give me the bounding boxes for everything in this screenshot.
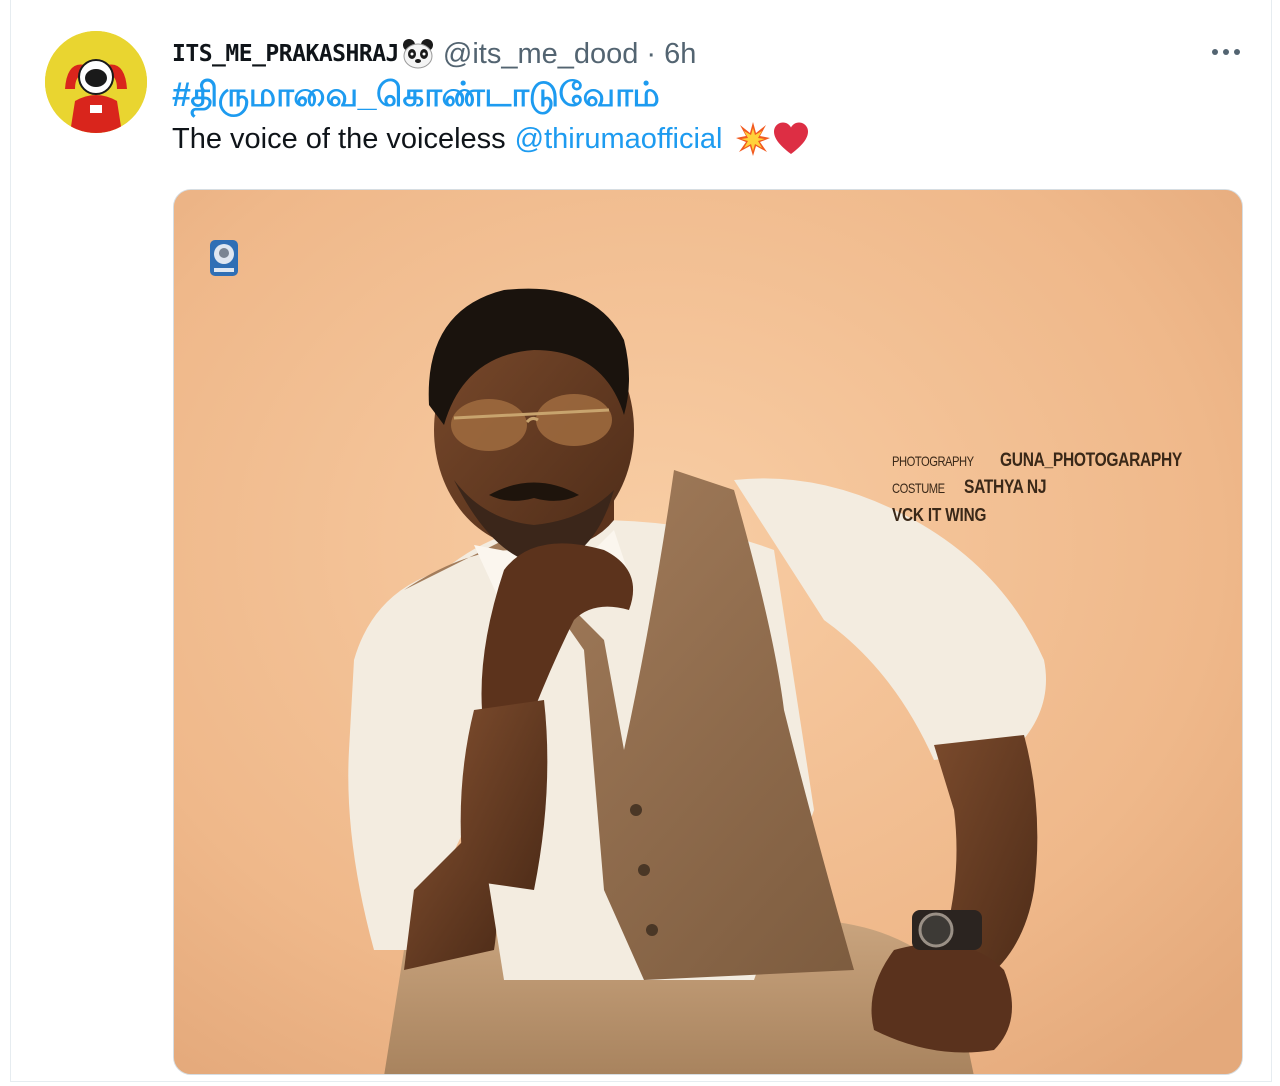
user-handle[interactable]: @its_me_dood xyxy=(443,38,639,71)
credit-photography-value: GUNA_PHOTOGARAPHY xyxy=(1000,450,1183,471)
dot-icon xyxy=(1223,49,1229,55)
portrait-illustration xyxy=(174,190,1242,1074)
timestamp[interactable]: 6h xyxy=(664,38,696,71)
astronaut-avatar-icon xyxy=(45,31,147,133)
collision-icon xyxy=(735,122,770,156)
display-name[interactable]: ITS_ME_PRAKASHRAJ xyxy=(172,41,399,67)
tweet-header: ITS_ME_PRAKASHRAJ @its_me_dood · 6h xyxy=(172,36,696,72)
tweet-body: The voice of the voiceless xyxy=(172,122,506,155)
dot-icon xyxy=(1212,49,1218,55)
credit-photography: PHOTOGRAPHY GUNA_PHOTOGARAPHY xyxy=(892,448,1222,475)
avatar[interactable] xyxy=(45,31,147,133)
credit-costume-label: COSTUME xyxy=(892,480,945,496)
credit-photography-label: PHOTOGRAPHY xyxy=(892,453,974,469)
credit-costume-value: SATHYA NJ xyxy=(963,477,1047,498)
credit-costume: COSTUME SATHYA NJ xyxy=(892,475,1222,502)
photo-credits: PHOTOGRAPHY GUNA_PHOTOGARAPHY COSTUME SATH… xyxy=(892,448,1222,530)
dot-icon xyxy=(1234,49,1240,55)
panda-face-icon xyxy=(402,39,433,69)
more-options-icon[interactable] xyxy=(1208,38,1244,66)
credit-wing-value: VCK IT WING xyxy=(892,505,987,525)
mention-link[interactable]: @thirumaofficial xyxy=(515,123,723,156)
tweet-photo[interactable]: PHOTOGRAPHY GUNA_PHOTOGARAPHY COSTUME SATH… xyxy=(173,189,1243,1075)
separator-dot: · xyxy=(646,37,657,70)
heart-icon xyxy=(773,122,808,154)
tweet-text: The voice of the voiceless @thirumaoffic… xyxy=(172,121,809,157)
watermark-logo-icon xyxy=(210,240,238,276)
credit-wing: VCK IT WING xyxy=(892,502,1222,530)
hashtag-link[interactable]: #திருமாவை_கொண்டாடுவோம் xyxy=(172,76,660,119)
